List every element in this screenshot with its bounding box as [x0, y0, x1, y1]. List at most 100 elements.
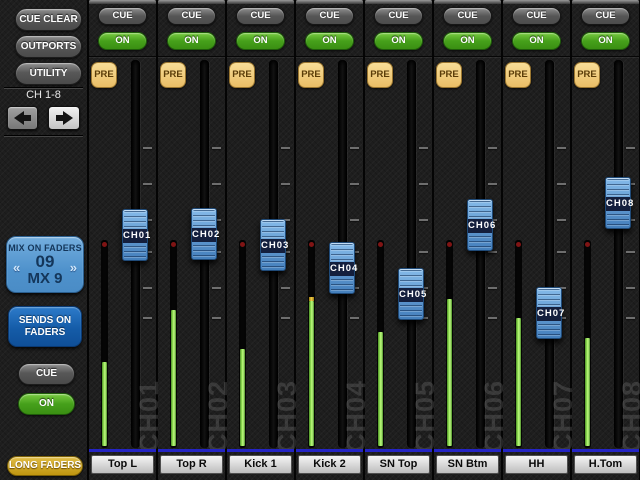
cue-clear-button[interactable]: CUE CLEAR — [15, 8, 82, 31]
meter-green-fill — [585, 338, 590, 446]
channel-color-bar — [365, 449, 432, 452]
strip-top-edge — [89, 0, 156, 4]
fader-scale-tick — [557, 183, 566, 185]
channel-on-button[interactable]: ON — [512, 32, 561, 50]
left-sidebar: CUE CLEAR OUTPORTS UTILITY CH 1-8 MIX ON… — [0, 0, 87, 480]
fader-cap[interactable]: CH04 — [329, 242, 357, 294]
channel-cue-button[interactable]: CUE — [167, 7, 216, 25]
strip-top-edge — [365, 0, 432, 4]
fader-scale-tick — [488, 251, 497, 253]
channel-strip: CUE ON PRE CH08 CH08 H.Tom — [572, 0, 640, 480]
channel-on-button[interactable]: ON — [374, 32, 423, 50]
outports-button[interactable]: OUTPORTS — [15, 35, 82, 58]
pre-badge[interactable]: PRE — [436, 62, 462, 88]
fader-scale-tick — [281, 147, 290, 149]
fader-scale-tick — [143, 287, 152, 289]
level-meter — [101, 240, 108, 448]
arrow-left-icon — [14, 111, 31, 125]
fader-cap-channel-label: CH06 — [468, 219, 497, 233]
fader-scale-tick — [626, 251, 635, 253]
channel-on-button[interactable]: ON — [167, 32, 216, 50]
channel-on-button[interactable]: ON — [581, 32, 630, 50]
fader-scale-tick — [281, 287, 290, 289]
fader-scale-tick — [626, 287, 635, 289]
fader-scale-tick — [626, 147, 635, 149]
meter-green-fill — [102, 362, 107, 446]
channel-name-box[interactable]: H.Tom — [574, 455, 637, 474]
channel-name-box[interactable]: HH — [505, 455, 568, 474]
fader-scale-tick — [488, 317, 497, 319]
strip-divider — [365, 56, 432, 57]
fader-scale-tick — [419, 183, 428, 185]
channel-cue-button[interactable]: CUE — [512, 7, 561, 25]
mix-next-chevron-icon[interactable]: » — [70, 260, 77, 275]
meter-green-fill — [516, 318, 521, 446]
pre-badge[interactable]: PRE — [160, 62, 186, 88]
channel-name-box[interactable]: Top L — [91, 455, 154, 474]
channel-color-bar — [572, 449, 639, 452]
mix-on-faders-selector[interactable]: MIX ON FADERS 09 MX 9 « » — [6, 236, 84, 293]
master-on-button[interactable]: ON — [18, 393, 75, 415]
channel-on-button[interactable]: ON — [98, 32, 147, 50]
channel-cue-button[interactable]: CUE — [581, 7, 630, 25]
fader-scale-tick — [350, 147, 359, 149]
level-meter — [377, 240, 384, 448]
previous-bank-button[interactable] — [7, 106, 38, 130]
channel-cue-button[interactable]: CUE — [443, 7, 492, 25]
fader-cap-channel-label: CH01 — [123, 229, 152, 243]
utility-button[interactable]: UTILITY — [15, 62, 82, 85]
meter-clip-indicator — [447, 242, 452, 247]
strip-top-edge — [503, 0, 570, 4]
fader-cap[interactable]: CH08 — [605, 177, 633, 229]
meter-green-fill — [171, 310, 176, 446]
channel-on-button[interactable]: ON — [236, 32, 285, 50]
pre-badge[interactable]: PRE — [298, 62, 324, 88]
fader-scale-tick — [143, 317, 152, 319]
fader-scale-tick — [626, 317, 635, 319]
channel-name-box[interactable]: SN Top — [367, 455, 430, 474]
sends-on-faders-button[interactable]: SENDS ON FADERS — [8, 306, 82, 347]
channel-on-button[interactable]: ON — [443, 32, 492, 50]
fader-scale-tick — [143, 183, 152, 185]
channel-on-button[interactable]: ON — [305, 32, 354, 50]
meter-clip-indicator — [309, 242, 314, 247]
channel-name-box[interactable]: Top R — [160, 455, 223, 474]
fader-scale-tick — [212, 287, 221, 289]
channel-strips-area: CUE ON PRE CH01 CH01 Top L CUE ON PRE CH… — [87, 0, 640, 480]
meter-clip-indicator — [102, 242, 107, 247]
next-bank-button[interactable] — [48, 106, 80, 130]
meter-clip-indicator — [171, 242, 176, 247]
channel-name-box[interactable]: SN Btm — [436, 455, 499, 474]
strip-top-edge — [572, 0, 639, 4]
pre-badge[interactable]: PRE — [367, 62, 393, 88]
channel-strip: CUE ON PRE CH04 CH04 Kick 2 — [296, 0, 371, 480]
long-faders-button[interactable]: LONG FADERS — [7, 456, 83, 476]
meter-clip-indicator — [240, 242, 245, 247]
meter-green-fill — [447, 299, 452, 446]
master-cue-button[interactable]: CUE — [18, 363, 75, 385]
pre-badge[interactable]: PRE — [229, 62, 255, 88]
channel-cue-button[interactable]: CUE — [305, 7, 354, 25]
channel-cue-button[interactable]: CUE — [374, 7, 423, 25]
fader-cap[interactable]: CH05 — [398, 268, 426, 320]
fader-scale-tick — [557, 219, 566, 221]
pre-badge[interactable]: PRE — [91, 62, 117, 88]
level-meter — [515, 240, 522, 448]
fader-cap[interactable]: CH03 — [260, 219, 288, 271]
channel-cue-button[interactable]: CUE — [236, 7, 285, 25]
level-meter — [239, 240, 246, 448]
channel-cue-button[interactable]: CUE — [98, 7, 147, 25]
sends-on-faders-label: SENDS ON FADERS — [18, 314, 72, 338]
fader-cap[interactable]: CH02 — [191, 208, 219, 260]
mix-previous-chevron-icon[interactable]: « — [13, 260, 20, 275]
pre-badge[interactable]: PRE — [505, 62, 531, 88]
pre-badge[interactable]: PRE — [574, 62, 600, 88]
channel-name-box[interactable]: Kick 1 — [229, 455, 292, 474]
fader-scale-tick — [557, 147, 566, 149]
fader-cap[interactable]: CH06 — [467, 199, 497, 251]
meter-green-fill — [240, 349, 245, 446]
channel-name-box[interactable]: Kick 2 — [298, 455, 361, 474]
fader-cap[interactable]: CH01 — [122, 209, 152, 261]
fader-cap[interactable]: CH07 — [536, 287, 564, 339]
strip-top-edge — [227, 0, 294, 4]
